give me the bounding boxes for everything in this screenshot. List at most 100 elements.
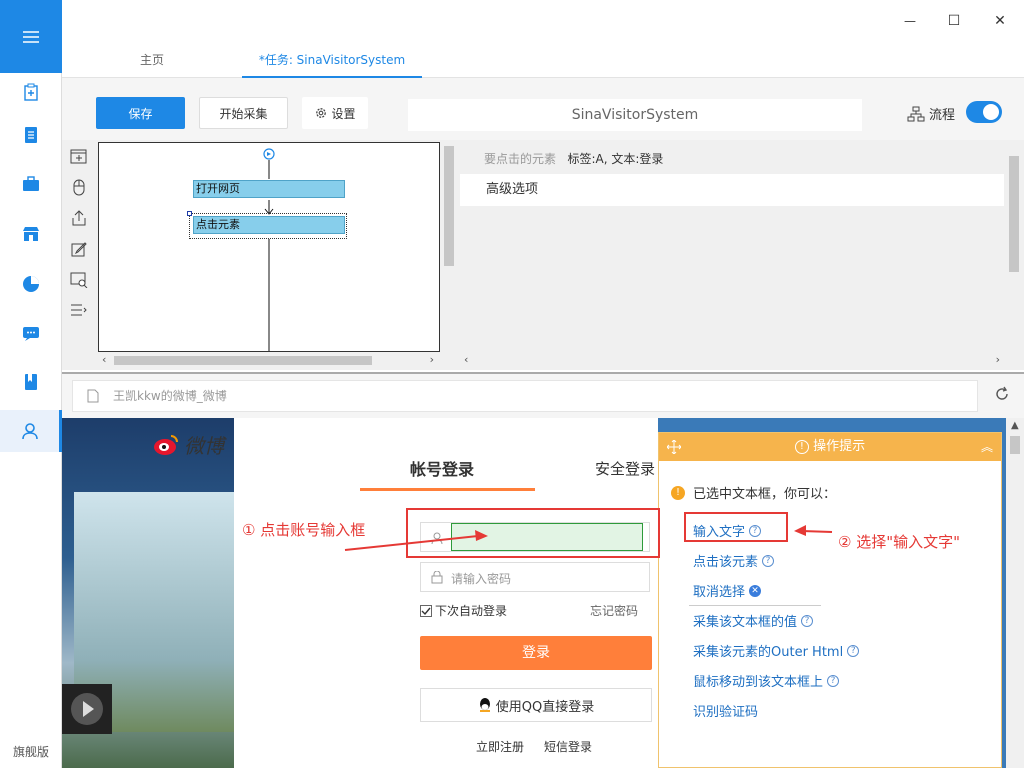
close-icon: ✕ (994, 13, 1006, 29)
task-name-field[interactable]: SinaVisitorSystem (408, 99, 862, 131)
tips-title: 操作提示 (813, 439, 866, 454)
scroll-left-icon[interactable]: ‹ (464, 353, 468, 366)
play-icon (71, 693, 103, 725)
toolbar: 保存 开始采集 设置 SinaVisitorSystem 流程 (62, 78, 1024, 140)
warning-icon: ! (671, 485, 685, 500)
minimize-button[interactable]: — (896, 8, 924, 34)
help-icon[interactable]: ? (847, 644, 860, 657)
close-button[interactable]: ✕ (986, 8, 1014, 34)
action-collect-outer-html[interactable]: 采集该元素的Outer Html? (693, 641, 860, 660)
refresh-icon[interactable] (994, 386, 1010, 402)
login-button[interactable]: 登录 (420, 636, 652, 670)
tab-secure-login[interactable]: 安全登录 (595, 458, 655, 479)
properties-scrollbar-vertical[interactable] (1006, 142, 1022, 352)
sidebar-item-briefcase[interactable] (0, 164, 62, 204)
sidebar-item-tutorial[interactable] (0, 362, 62, 402)
close-circle-icon[interactable]: ✕ (749, 584, 762, 597)
tab-task[interactable]: *任务: SinaVisitorSystem (242, 42, 422, 78)
collapse-icon[interactable]: ︽ (981, 433, 993, 461)
checkbox-checked-icon (420, 604, 432, 617)
tips-header[interactable]: ! 操作提示 ︽ (659, 433, 1001, 461)
start-collect-button[interactable]: 开始采集 (199, 97, 288, 129)
advanced-options[interactable]: 高级选项 (460, 174, 1004, 206)
tool-more[interactable] (68, 299, 90, 321)
maximize-icon: ☐ (947, 13, 961, 29)
tool-extract-data[interactable] (68, 207, 90, 229)
save-button[interactable]: 保存 (96, 97, 185, 129)
sidebar-item-messages[interactable] (0, 314, 62, 354)
sidebar-item-documents[interactable] (0, 115, 62, 155)
login-panel: 帐号登录 安全登录 请输入密码 下次自动登录 忘记密码 登录 使用QQ直接登录 … (234, 418, 658, 768)
page-title: 王凯kkw的微博_微博 (113, 389, 227, 403)
tool-open-page[interactable] (68, 146, 90, 168)
web-view[interactable]: 微博 帐号登录 安全登录 请输入密码 下次自动登录 忘记密码 登录 使用QQ直接… (62, 418, 1006, 768)
sidebar-item-new-task[interactable] (0, 72, 62, 112)
active-tab-underline (360, 488, 535, 491)
selection-handle[interactable] (187, 211, 192, 216)
play-button[interactable] (62, 684, 112, 734)
register-link[interactable]: 立即注册 (476, 738, 524, 755)
tab-home[interactable]: 主页 (92, 42, 212, 78)
new-task-icon (24, 83, 38, 101)
tool-input-text[interactable] (68, 238, 90, 260)
action-label: 采集该元素的Outer Html (693, 645, 844, 660)
maximize-button[interactable]: ☐ (940, 8, 968, 34)
tool-click-element[interactable] (68, 176, 90, 198)
action-recognize-captcha[interactable]: 识别验证码 (693, 701, 758, 720)
help-icon[interactable]: ? (762, 554, 775, 567)
workflow-node[interactable]: 点击元素 (193, 216, 345, 234)
help-icon[interactable]: ? (827, 674, 840, 687)
lock-icon (431, 571, 443, 584)
scroll-right-icon[interactable]: › (996, 353, 1000, 366)
annotation-step1: ① 点击账号输入框 (242, 521, 366, 539)
scroll-right-icon[interactable]: › (430, 353, 434, 366)
tab-account-login[interactable]: 帐号登录 (410, 456, 474, 480)
annotation-box-input-text (684, 512, 788, 542)
gear-icon (316, 108, 327, 118)
auto-login-checkbox[interactable]: 下次自动登录 (420, 602, 507, 619)
target-element-row: 要点击的元素 标签:A, 文本:登录 (484, 150, 663, 167)
weibo-logo-icon (154, 435, 178, 455)
sidebar-item-store[interactable] (0, 214, 62, 254)
background-image (62, 418, 234, 768)
canvas-scrollbar-vertical[interactable] (442, 142, 456, 352)
flow-toggle[interactable] (966, 101, 1002, 123)
address-bar[interactable]: 王凯kkw的微博_微博 (72, 380, 978, 412)
canvas-scrollbar-horizontal[interactable]: ‹ › (98, 353, 440, 368)
web-scrollbar-vertical[interactable]: ▲ (1006, 418, 1024, 768)
sms-login-link[interactable]: 短信登录 (544, 738, 592, 755)
flowchart-icon (907, 106, 925, 121)
help-icon[interactable]: ? (801, 614, 814, 627)
store-icon (23, 227, 39, 241)
weibo-logo[interactable]: 微博 (152, 428, 224, 460)
action-cancel-selection[interactable]: 取消选择 ✕ (693, 581, 762, 600)
edit-icon (71, 242, 87, 257)
workflow-canvas[interactable]: 打开网页 点击元素 (98, 142, 440, 352)
list-more-icon (71, 304, 87, 316)
workflow-toolbox (62, 140, 96, 370)
book-icon (25, 374, 37, 390)
edition-label: 旗舰版 (12, 745, 49, 759)
workflow-node[interactable]: 打开网页 (193, 180, 345, 198)
flow-label: 流程 (907, 104, 955, 123)
scroll-up-icon[interactable]: ▲ (1011, 420, 1019, 431)
qq-login-button[interactable]: 使用QQ直接登录 (420, 688, 652, 722)
tab-bar: 主页 *任务: SinaVisitorSystem (62, 42, 1024, 78)
divider (689, 605, 821, 606)
user-icon (21, 423, 38, 440)
flow-text: 流程 (929, 108, 956, 123)
settings-button[interactable]: 设置 (302, 97, 368, 129)
scroll-left-icon[interactable]: ‹ (102, 353, 106, 366)
action-click-element[interactable]: 点击该元素? (693, 551, 775, 570)
annotation-box-account (406, 508, 660, 558)
tool-captcha[interactable] (68, 269, 90, 291)
password-input[interactable]: 请输入密码 (420, 562, 650, 592)
sidebar-item-account[interactable] (0, 410, 62, 452)
sidebar-item-statistics[interactable] (0, 264, 62, 304)
menu-button[interactable] (0, 0, 62, 73)
move-icon[interactable] (667, 440, 681, 454)
action-mouse-hover[interactable]: 鼠标移动到该文本框上? (693, 671, 840, 690)
properties-scrollbar-horizontal[interactable]: ‹ › (460, 353, 1004, 368)
forgot-password-link[interactable]: 忘记密码 (590, 602, 638, 619)
action-collect-value[interactable]: 采集该文本框的值? (693, 611, 814, 630)
